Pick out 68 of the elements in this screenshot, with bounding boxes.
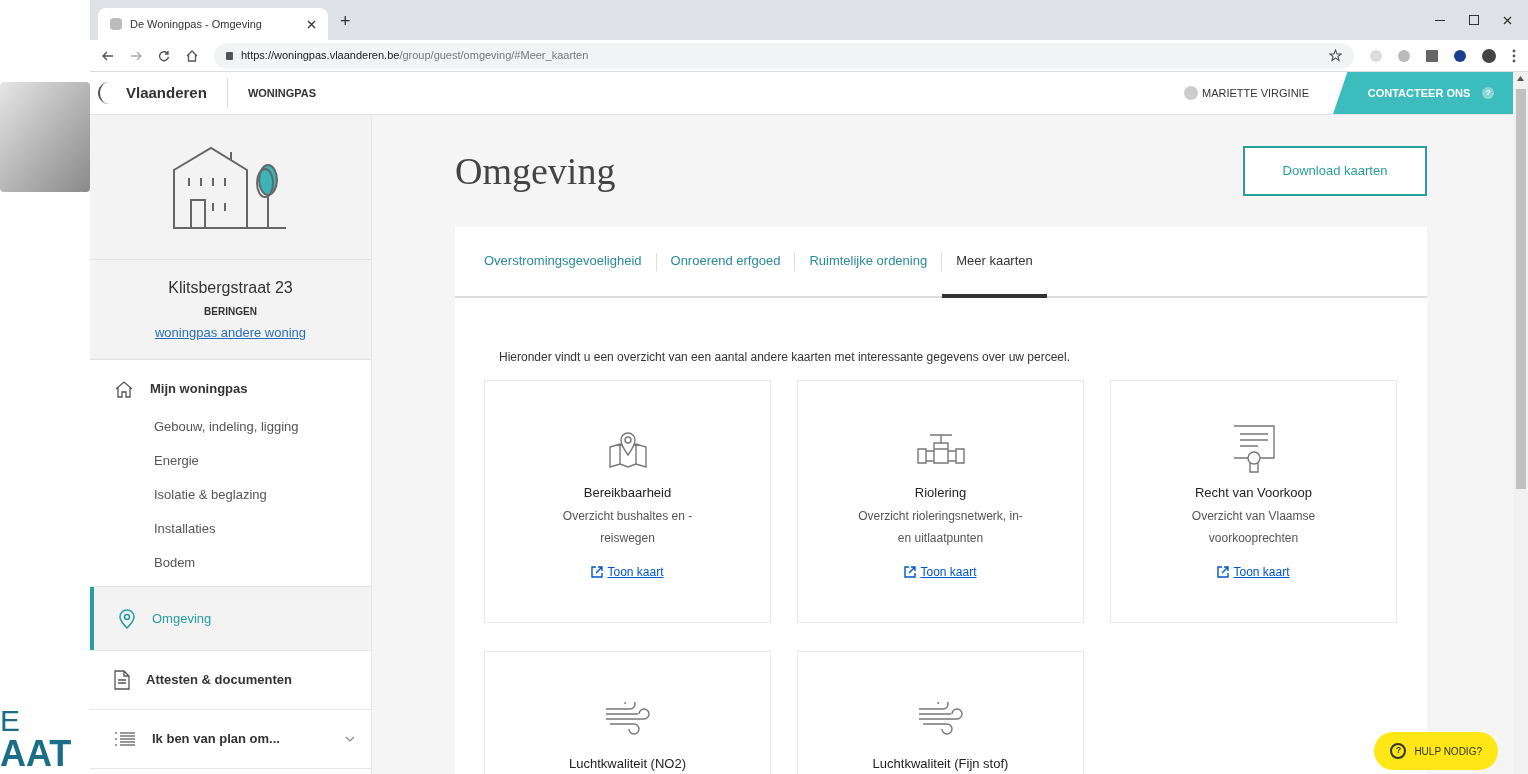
pin-icon xyxy=(118,608,136,629)
home-icon xyxy=(114,380,134,398)
card-title: Luchtkwaliteit (NO2) xyxy=(568,755,686,773)
page-title: Omgeving xyxy=(455,148,616,194)
app-name: WONINGPAS xyxy=(247,85,317,101)
minimize-icon[interactable] xyxy=(1435,19,1445,21)
new-tab-button[interactable]: + xyxy=(328,8,363,40)
external-link-icon xyxy=(904,565,917,578)
favicon-icon xyxy=(110,18,122,30)
tab[interactable]: Meer kaarten xyxy=(942,227,1047,298)
close-icon xyxy=(1503,15,1512,25)
show-map-link[interactable]: Toon kaart xyxy=(591,562,664,581)
nav-item[interactable]: Attesten & documenten xyxy=(90,651,371,709)
list-icon xyxy=(114,731,136,747)
tab[interactable]: Ruimtelijke ordening xyxy=(795,227,942,298)
tab[interactable]: Onroerend erfgoed xyxy=(656,227,795,298)
document-icon xyxy=(114,670,130,690)
card-title: Luchtkwaliteit (Fijn stof) xyxy=(872,755,1009,773)
tab-title: De Woningpas - Omgeving xyxy=(130,16,263,32)
brand-name: Vlaanderen xyxy=(126,82,207,103)
url-text: https://woningpas.vlaanderen.be/group/guest/omgeving/#Meer_kaarten xyxy=(241,48,589,64)
card-title: Riolering xyxy=(914,484,967,502)
browser-tab[interactable]: De Woningpas - Omgeving xyxy=(98,8,328,40)
menu-icon xyxy=(1512,48,1516,63)
extension-icon[interactable] xyxy=(1426,49,1438,62)
star-icon xyxy=(1329,49,1342,62)
address-text: Klitsbergstraat 23 xyxy=(168,278,293,299)
user-name[interactable]: MARIETTE VIRGINIE xyxy=(1202,84,1309,102)
card-description: Overzicht rioleringsnetwerk, in- en uitlaatpunten xyxy=(858,507,1023,547)
help-button[interactable]: ? HULP NODIG? xyxy=(1374,732,1498,770)
card-title: Bereikbaarheid xyxy=(583,484,672,502)
backdrop-heading: E xyxy=(0,706,21,736)
card-description: Overzicht bushaltes en - reiswegen xyxy=(562,507,693,547)
nav-subitem[interactable]: Bodem xyxy=(90,546,371,580)
extension-icon[interactable] xyxy=(1454,49,1466,62)
close-icon xyxy=(307,19,316,29)
help-badge: ? xyxy=(1482,87,1495,99)
nav-item[interactable]: Ik ben van plan om... xyxy=(90,710,371,768)
external-link-icon xyxy=(591,565,604,578)
maximize-icon[interactable] xyxy=(1469,15,1479,25)
scrollbar-thumb[interactable] xyxy=(1515,89,1526,489)
wind-icon xyxy=(603,702,652,738)
url-field[interactable]: https://woningpas.vlaanderen.be/group/guest/omgeving/#Meer_kaarten xyxy=(214,42,1354,69)
scroll-up-icon xyxy=(1517,76,1524,81)
external-link-icon xyxy=(1217,565,1230,578)
user-avatar-icon xyxy=(1184,86,1199,100)
wind-icon xyxy=(916,702,965,738)
certificate-icon xyxy=(1231,424,1276,474)
nav-subitem[interactable]: Isolatie & beglazing xyxy=(90,478,371,512)
tab[interactable]: Overstromingsgevoeligheid xyxy=(484,227,656,298)
question-icon: ? xyxy=(1390,743,1407,759)
nav-subitem[interactable]: Installaties xyxy=(90,512,371,546)
show-map-link[interactable]: Toon kaart xyxy=(1217,562,1290,581)
card-title: Recht van Voorkoop xyxy=(1194,484,1313,502)
lock-icon xyxy=(226,51,233,60)
home-icon xyxy=(186,49,198,62)
show-map-link[interactable]: Toon kaart xyxy=(904,562,977,581)
nav-subitem[interactable]: Energie xyxy=(90,444,371,478)
reload-icon xyxy=(158,49,170,62)
forward-icon xyxy=(130,50,142,61)
profile-icon[interactable] xyxy=(1482,48,1496,63)
back-icon xyxy=(102,50,114,61)
pipe-icon xyxy=(915,431,966,467)
intro-text: Hieronder vindt u een overzicht van een aantal andere kaarten met interessante gegevens over uw perceel. xyxy=(499,349,1071,366)
city-text: BERINGEN xyxy=(204,305,257,320)
other-home-link[interactable]: woningpas andere woning xyxy=(154,323,307,343)
backdrop-heading: AAT xyxy=(0,736,73,772)
card-description: Overzicht van Vlaamse voorkooprechten xyxy=(1191,507,1316,547)
